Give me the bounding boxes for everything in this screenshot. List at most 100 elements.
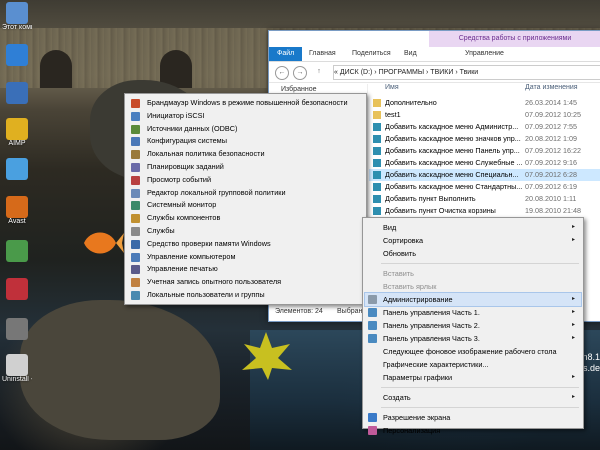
file-row[interactable]: Дополнительно 26.03.2014 1:45 [369, 97, 600, 109]
desktop-shortcut[interactable] [2, 278, 32, 310]
desktop-shortcut[interactable]: Этот компьютер [2, 2, 32, 34]
admin-menu-item[interactable]: Службы [127, 225, 364, 238]
file-name: Добавить пункт Очистка корзины [385, 206, 496, 215]
admin-menu-item[interactable]: Источники данных (ODBC) [127, 123, 364, 136]
admin-menu-item[interactable]: Учетная запись опытного пользователя [127, 276, 364, 289]
column-date[interactable]: Дата изменения [525, 84, 578, 91]
tab-view[interactable]: Вид [404, 47, 417, 61]
admin-menu-item-label: Планировщик заданий [147, 162, 224, 171]
scheduler-icon [131, 163, 140, 172]
brand-line: n8.1 [582, 352, 600, 362]
app-icon [6, 196, 28, 218]
title-bar[interactable] [269, 31, 429, 47]
admin-menu-item[interactable]: Средство проверки памяти Windows [127, 238, 364, 251]
context-menu-item[interactable]: Панель управления Часть 2. ▸ [365, 319, 581, 332]
leaf-image [242, 332, 292, 380]
bridge-arch [40, 50, 72, 88]
file-row[interactable]: Добавить пункт Очистка корзины 19.08.2010… [369, 205, 600, 217]
submenu-arrow-icon: ▸ [571, 335, 575, 341]
admin-menu-item[interactable]: Брандмауэр Windows в режиме повышенной б… [127, 97, 364, 110]
file-row[interactable]: Добавить каскадное меню Панель упр... 07.… [369, 145, 600, 157]
context-menu-item: Вставить ярлык [365, 280, 581, 293]
registry-file-icon [373, 207, 381, 215]
desktop-shortcut-label: AIMP [8, 140, 26, 147]
admin-menu-item[interactable]: Службы компонентов [127, 212, 364, 225]
context-menu-item[interactable]: Обновить [365, 247, 581, 260]
tab-file[interactable]: Файл [269, 47, 303, 61]
ribbon-context-group: Средства работы с приложениями [429, 31, 600, 47]
admin-menu-item-label: Локальная политика безопасности [147, 149, 265, 159]
context-menu-item[interactable]: Параметры графики ▸ [365, 371, 581, 384]
admin-menu-item[interactable]: Локальная политика безопасности [127, 148, 364, 161]
file-name: Добавить каскадное меню Панель упр... [385, 146, 520, 155]
tab-share[interactable]: Поделиться [352, 47, 391, 61]
file-name: test1 [385, 110, 401, 119]
wallpaper-brand-text: n8.1 s.de [582, 352, 600, 374]
ribbon-tabs: Файл Главная Поделиться Вид Управление [269, 47, 600, 62]
context-menu-item[interactable]: Администрирование ▸ [364, 292, 582, 307]
admin-menu-item[interactable]: Локальные пользователи и группы [127, 289, 364, 302]
app-icon [6, 278, 28, 300]
context-menu-item-label: Графические характеристики... [383, 360, 489, 369]
file-row[interactable]: Добавить пункт Выполнить 20.08.2010 1:11 [369, 193, 600, 205]
file-row[interactable]: Добавить каскадное меню Стандартны... 07.… [369, 181, 600, 193]
file-row[interactable]: Добавить каскадное меню Специальн... 07.0… [369, 169, 600, 181]
context-menu-item[interactable]: Панель управления Часть 1. ▸ [365, 306, 581, 319]
context-menu-item[interactable]: Разрешение экрана [365, 411, 581, 424]
column-name[interactable]: Имя [385, 84, 399, 91]
context-tab-label: Средства работы с приложениями [458, 35, 572, 42]
personalize-icon [368, 426, 377, 435]
desktop-shortcut[interactable] [2, 158, 32, 190]
tab-manage[interactable]: Управление [465, 47, 504, 61]
file-date: 20.08.2012 1:09 [525, 134, 577, 143]
nav-item-favorites[interactable]: Избранное [281, 86, 316, 93]
file-row[interactable]: Добавить каскадное меню Служебные ... 07.… [369, 157, 600, 169]
address-bar[interactable]: « ДИСК (D:) › ПРОГРАММЫ › ТВИКИ › Твики [333, 65, 600, 80]
desktop-shortcut[interactable]: Uninstall - Ярлык [2, 354, 32, 386]
msconfig-icon [131, 137, 140, 147]
admin-menu-item[interactable]: Инициатор iSCSI [127, 110, 364, 123]
file-row[interactable]: Добавить каскадное меню Администр... 07.0… [369, 121, 600, 133]
desktop-shortcut[interactable] [2, 318, 32, 350]
up-arrow-icon[interactable]: ↑ [313, 66, 325, 78]
desktop-shortcut[interactable] [2, 82, 32, 114]
file-row[interactable]: Добавить каскадное меню значков упр... 20… [369, 133, 600, 145]
admin-menu-item[interactable]: Просмотр событий [127, 174, 364, 187]
admin-menu-item[interactable]: Планировщик заданий [127, 161, 364, 174]
context-menu-item[interactable]: Сортировка ▸ [365, 234, 581, 247]
context-menu-item-label: Обновить [383, 249, 417, 258]
context-menu-item[interactable]: Графические характеристики... [365, 358, 581, 371]
desktop-shortcut[interactable]: AIMP [2, 118, 32, 150]
admin-menu-item[interactable]: Системный монитор [127, 199, 364, 212]
admin-menu-item-label: Средство проверки памяти Windows [147, 238, 271, 248]
iscsi-icon [131, 111, 140, 121]
context-menu-item[interactable]: Панель управления Часть 3. ▸ [365, 332, 581, 345]
forward-arrow-icon[interactable]: → [293, 66, 307, 80]
back-arrow-icon[interactable]: ← [275, 66, 289, 80]
file-row[interactable]: test1 07.09.2012 10:25 [369, 109, 600, 121]
context-menu-item[interactable]: Персонализация [365, 424, 581, 437]
control-panel-icon [368, 321, 377, 330]
desktop-shortcut[interactable] [2, 44, 32, 76]
desktop-shortcut[interactable]: Avast [2, 196, 32, 228]
admin-tools-icon [368, 295, 377, 304]
app-icon [6, 354, 28, 376]
tab-home[interactable]: Главная [309, 47, 336, 61]
context-menu-item-label: Вид [383, 223, 397, 232]
services-icon [131, 227, 140, 236]
context-menu-item-label: Персонализация [383, 426, 441, 435]
admin-menu-item[interactable]: Управление компьютером [127, 251, 364, 264]
context-menu-item[interactable]: Следующее фоновое изображение рабочего с… [365, 345, 581, 358]
admin-menu-item[interactable]: Конфигурация системы [127, 135, 364, 148]
admin-menu-item[interactable]: Управление печатью [127, 263, 364, 276]
file-name: Добавить каскадное меню Служебные ... [385, 158, 523, 167]
submenu-arrow-icon: ▸ [571, 322, 575, 328]
admin-menu-item[interactable]: Редактор локальной групповой политики [127, 187, 364, 200]
column-headers: Имя Дата изменения [369, 84, 600, 96]
context-menu-item-label: Сортировка [383, 236, 424, 245]
address-row: ← → ↑ « ДИСК (D:) › ПРОГРАММЫ › ТВИКИ › … [269, 62, 600, 83]
context-menu-item-label: Разрешение экрана [383, 413, 451, 422]
context-menu-item[interactable]: Вид ▸ [365, 221, 581, 234]
desktop-shortcut[interactable] [2, 240, 32, 272]
context-menu-item[interactable]: Создать ▸ [365, 391, 581, 404]
